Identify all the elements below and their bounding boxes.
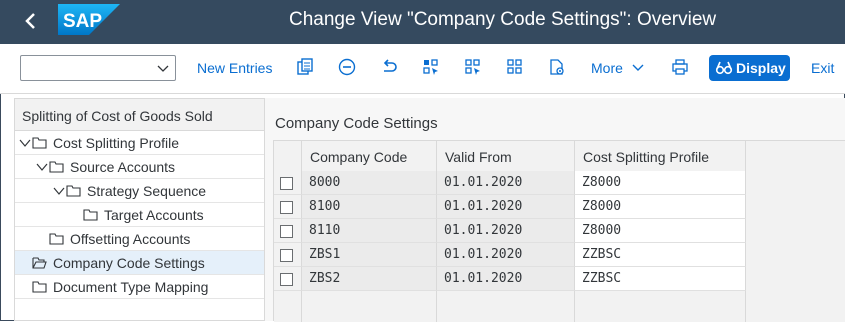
cell-company-code[interactable]: 8110: [302, 219, 437, 243]
tree-header: Splitting of Cost of Goods Sold: [15, 99, 264, 131]
row-checkbox[interactable]: [280, 249, 293, 262]
folder-icon: [66, 185, 81, 197]
cell-valid-from[interactable]: 01.01.2020: [437, 171, 575, 195]
cell-profile[interactable]: Z8000: [575, 171, 746, 195]
table-row[interactable]: ZBS1 01.01.2020 ZZBSC: [274, 243, 746, 267]
cell-profile[interactable]: ZZBSC: [575, 267, 746, 291]
glasses-icon: [715, 61, 733, 75]
tree-item-strategy-sequence[interactable]: Strategy Sequence: [15, 179, 264, 203]
row-checkbox[interactable]: [280, 273, 293, 286]
copy-icon[interactable]: [296, 58, 314, 76]
deselect-all-icon[interactable]: [506, 58, 524, 76]
tree-item-offsetting-accounts[interactable]: Offsetting Accounts: [15, 227, 264, 251]
exit-button[interactable]: Exit: [811, 60, 834, 76]
table-row[interactable]: 8100 01.01.2020 Z8000: [274, 195, 746, 219]
chevron-down-icon: [632, 64, 644, 71]
row-selector: [274, 171, 302, 195]
tree-item-label: Document Type Mapping: [53, 279, 209, 295]
cell-company-code[interactable]: ZBS2: [302, 267, 437, 291]
cell-valid-from[interactable]: 01.01.2020: [437, 195, 575, 219]
expand-arrow-icon[interactable]: [53, 186, 65, 196]
cell-company-code[interactable]: ZBS1: [302, 243, 437, 267]
tree-item-label: Offsetting Accounts: [70, 231, 191, 247]
cell-profile[interactable]: Z8000: [575, 219, 746, 243]
tree-item-source-accounts[interactable]: Source Accounts: [15, 155, 264, 179]
delete-icon[interactable]: [338, 58, 356, 76]
table-row[interactable]: 8110 01.01.2020 Z8000: [274, 219, 746, 243]
transport-icon[interactable]: [548, 58, 566, 76]
expand-arrow-icon[interactable]: [36, 162, 48, 172]
command-field[interactable]: [20, 55, 176, 81]
cell-company-code[interactable]: 8100: [302, 195, 437, 219]
folder-icon: [32, 281, 47, 293]
select-all-column-header[interactable]: [274, 141, 302, 171]
main-content: Company Code Settings Company Code Valid…: [265, 98, 845, 322]
table-row[interactable]: ZBS2 01.01.2020 ZZBSC: [274, 267, 746, 291]
cell-profile[interactable]: ZZBSC: [575, 243, 746, 267]
folder-icon: [32, 137, 47, 149]
column-divider: [436, 291, 437, 322]
column-divider: [574, 291, 575, 322]
chevron-down-icon[interactable]: [157, 62, 169, 74]
folder-icon: [49, 233, 64, 245]
cell-valid-from[interactable]: 01.01.2020: [437, 219, 575, 243]
company-code-table: Company Code Valid From Cost Splitting P…: [273, 140, 845, 322]
more-menu[interactable]: More: [591, 60, 644, 76]
table-row[interactable]: 8000 01.01.2020 Z8000: [274, 171, 746, 195]
column-header-valid-from[interactable]: Valid From: [437, 141, 575, 171]
row-selector: [274, 243, 302, 267]
tree-item-company-code-settings[interactable]: Company Code Settings: [15, 251, 264, 275]
cell-company-code[interactable]: 8000: [302, 171, 437, 195]
expand-arrow-icon[interactable]: [19, 138, 31, 148]
tree-item-document-type-mapping[interactable]: Document Type Mapping: [15, 275, 264, 299]
folder-icon: [49, 161, 64, 173]
column-header-company-code[interactable]: Company Code: [302, 141, 437, 171]
tree-item-label: Company Code Settings: [53, 255, 205, 271]
section-title: Company Code Settings: [275, 115, 438, 132]
row-checkbox[interactable]: [280, 225, 293, 238]
cell-valid-from[interactable]: 01.01.2020: [437, 267, 575, 291]
column-divider: [745, 291, 746, 322]
display-label: Display: [736, 60, 786, 76]
column-header-empty: [746, 141, 845, 171]
tree-item-target-accounts[interactable]: Target Accounts: [15, 203, 264, 227]
undo-icon[interactable]: [380, 58, 398, 76]
more-label: More: [591, 60, 623, 76]
row-selector: [274, 219, 302, 243]
column-header-cost-splitting-profile[interactable]: Cost Splitting Profile: [575, 141, 746, 171]
row-selector: [274, 267, 302, 291]
sap-logo: SAP: [58, 4, 120, 35]
chevron-left-icon: [25, 13, 35, 29]
tree-item-label: Source Accounts: [70, 159, 176, 175]
open-folder-icon: [32, 257, 47, 269]
cell-profile[interactable]: Z8000: [575, 195, 746, 219]
table-empty-area: [274, 291, 845, 322]
folder-icon: [83, 209, 98, 221]
page-title: Change View "Company Code Settings": Ove…: [289, 9, 717, 30]
back-button[interactable]: [18, 8, 44, 34]
print-icon[interactable]: [671, 58, 689, 76]
tree-item-cost-splitting-profile[interactable]: Cost Splitting Profile: [15, 131, 264, 155]
display-button[interactable]: Display: [709, 55, 790, 81]
dialog-structure-tree: Splitting of Cost of Goods Sold Cost Spl…: [14, 98, 265, 321]
select-all-icon[interactable]: [422, 58, 440, 76]
tree-item-label: Target Accounts: [104, 207, 204, 223]
select-block-icon[interactable]: [464, 58, 482, 76]
tree-item-label: Strategy Sequence: [87, 183, 207, 199]
new-entries-button[interactable]: New Entries: [197, 60, 272, 76]
cell-valid-from[interactable]: 01.01.2020: [437, 243, 575, 267]
row-selector: [274, 195, 302, 219]
shell-header: SAP Change View "Company Code Settings":…: [0, 0, 845, 44]
row-checkbox[interactable]: [280, 177, 293, 190]
svg-text:SAP: SAP: [63, 11, 102, 32]
row-checkbox[interactable]: [280, 201, 293, 214]
tree-item-label: Cost Splitting Profile: [53, 135, 180, 151]
column-divider: [301, 291, 302, 322]
